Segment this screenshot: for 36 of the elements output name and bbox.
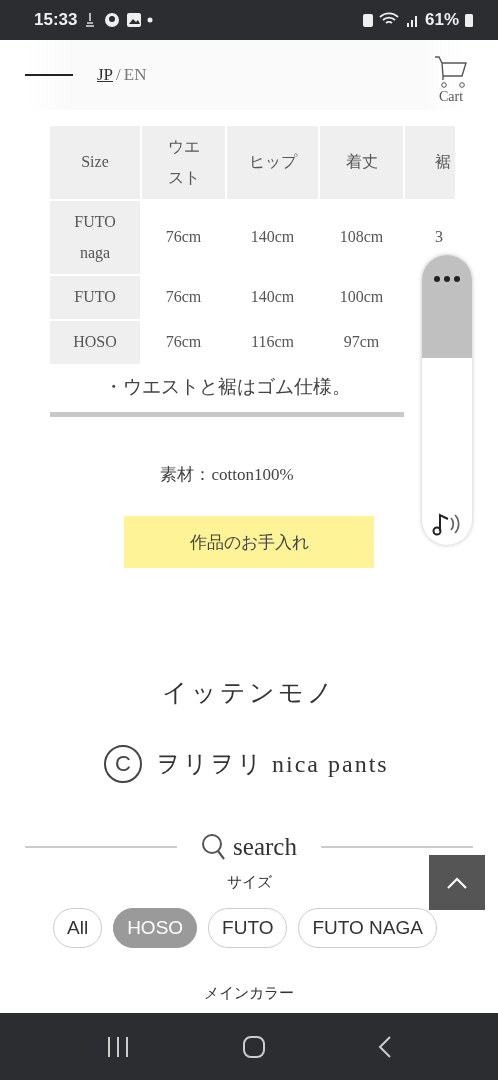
table-cell-text: 76cm [164,287,203,308]
table-cell: FUTO [50,276,140,319]
filter-chip[interactable]: All [53,908,103,948]
table-header-cell: 裾 [405,126,455,199]
product-title: ヲリヲリ nica pants [156,750,389,779]
filter-chip[interactable]: FUTO [208,908,288,948]
filter-title: サイズ [226,873,272,892]
table-cell-text: 140cm [249,227,296,248]
cart-button[interactable]: Cart [434,45,468,105]
filter-title: メインカラー [204,984,294,1003]
table-cell-text: 3 [434,227,444,248]
language-link[interactable]: EN [123,65,147,85]
copyright-mark: C [104,745,142,783]
filter-chip[interactable]: FUTO NAGA [298,908,437,948]
table-cell: HOSO [50,321,140,364]
table-header-cell: 着丈 [320,126,403,199]
table-cell-text: 116cm [250,332,295,353]
table-header-cell: ヒップ [227,126,318,199]
table-cell-text: 97cm [342,332,381,353]
note-text: ・ウエストと裾はゴム仕様。 [102,375,352,399]
table-header-cell: ウエスト [142,126,225,199]
table-cell-text: 76cm [164,332,203,353]
material-text: 素材：cotton100% [159,464,295,486]
search-label: search [233,833,297,861]
language-link[interactable]: JP [97,65,114,85]
table-cell-text: 100cm [338,287,385,308]
table-cell-text: 140cm [249,287,296,308]
table-cell: FUTO naga [50,201,140,274]
care-button[interactable]: 作品のお手入れ [124,516,374,568]
separator: / [116,65,121,85]
category-title: イッテンモノ [161,678,337,708]
clock-time: 15:33 [34,10,78,30]
table-header-cell: Size [50,126,140,199]
table-cell-text: 108cm [338,227,385,248]
battery-level: 61% [424,10,459,30]
table-cell-text: 76cm [164,227,203,248]
